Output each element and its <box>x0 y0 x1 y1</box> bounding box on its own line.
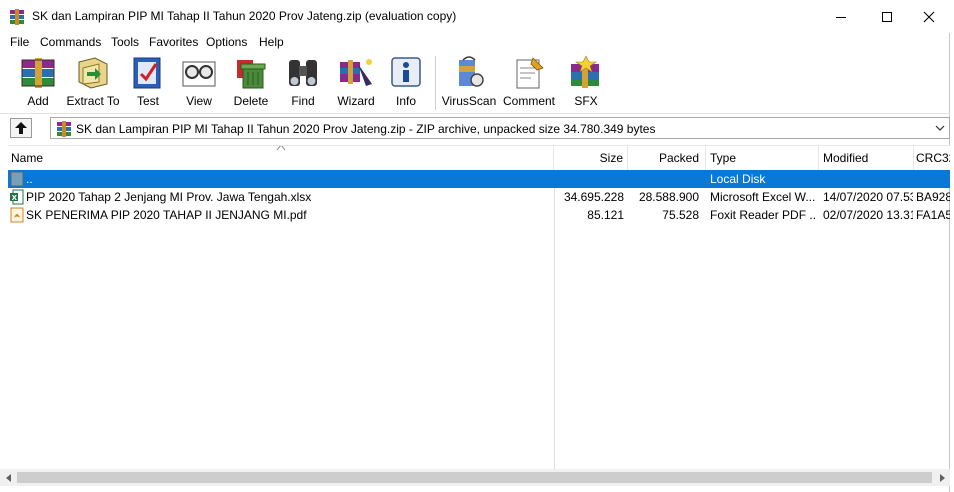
wizard-icon <box>340 59 372 86</box>
archive-path-dropdown[interactable]: SK dan Lampiran PIP MI Tahap II Tahun 20… <box>50 117 950 139</box>
row-packed: 28.588.900 <box>638 190 699 204</box>
view-icon <box>182 61 216 87</box>
scroll-right-button[interactable] <box>933 469 950 486</box>
menu-bar: File Commands Tools Favorites Options He… <box>0 33 950 52</box>
wizard-label: Wizard <box>337 94 375 108</box>
virus-scan-icon <box>459 56 484 87</box>
column-header-size[interactable]: Size <box>554 146 628 170</box>
delete-label: Delete <box>233 94 269 108</box>
scrollbar-thumb[interactable] <box>17 472 932 483</box>
comment-icon <box>516 57 544 89</box>
list-row-pdf[interactable]: SK PENERIMA PIP 2020 TAHAP II JENJANG MI… <box>8 206 950 224</box>
row-crc32: BA928- <box>916 190 950 204</box>
close-icon <box>923 11 935 22</box>
delete-button[interactable]: Delete <box>231 54 271 112</box>
svg-text:X: X <box>12 194 18 202</box>
menu-commands[interactable]: Commands <box>40 35 101 49</box>
find-label: Find <box>291 94 315 108</box>
minimize-icon <box>836 16 846 18</box>
chevron-left-icon <box>5 473 11 482</box>
view-button[interactable]: View <box>179 54 219 112</box>
address-bar: SK dan Lampiran PIP MI Tahap II Tahun 20… <box>0 116 950 142</box>
info-icon <box>391 57 421 87</box>
list-row-xlsx[interactable]: X PIP 2020 Tahap 2 Jenjang MI Prov. Jawa… <box>8 188 950 206</box>
sfx-label: SFX <box>574 94 598 108</box>
menu-favorites[interactable]: Favorites <box>149 35 198 49</box>
comment-label: Comment <box>503 94 556 108</box>
row-name: SK PENERIMA PIP 2020 TAHAP II JENJANG MI… <box>26 208 307 222</box>
menu-file[interactable]: File <box>10 35 29 49</box>
column-name-label: Name <box>11 151 44 165</box>
info-button[interactable]: Info <box>386 54 426 112</box>
menu-tools[interactable]: Tools <box>111 35 139 49</box>
close-button[interactable] <box>906 0 952 33</box>
window-title: SK dan Lampiran PIP MI Tahap II Tahun 20… <box>32 9 457 23</box>
info-label: Info <box>395 94 416 108</box>
winrar-window: SK dan Lampiran PIP MI Tahap II Tahun 20… <box>0 0 950 492</box>
list-header: Name Size Packed Type Modified CRC32 <box>8 146 950 170</box>
row-modified: 02/07/2020 13.31 <box>823 208 913 222</box>
row-name: .. <box>26 172 33 186</box>
row-packed: 75.528 <box>662 208 699 222</box>
chevron-right-icon <box>939 473 945 482</box>
list-row-parent[interactable]: .. Local Disk <box>8 170 950 188</box>
row-type: Microsoft Excel W... <box>710 190 815 204</box>
archive-path-text: SK dan Lampiran PIP MI Tahap II Tahun 20… <box>76 122 656 136</box>
extract-to-icon <box>78 57 108 89</box>
sfx-icon <box>571 55 599 88</box>
row-size: 85.121 <box>587 208 624 222</box>
menu-help[interactable]: Help <box>259 35 284 49</box>
test-button[interactable]: Test <box>128 54 168 112</box>
find-button[interactable]: Find <box>283 54 323 112</box>
up-arrow-icon <box>15 122 27 134</box>
extract-to-label: Extract To <box>66 94 120 108</box>
add-archive-icon <box>21 58 55 88</box>
scroll-left-button[interactable] <box>0 469 17 486</box>
archive-icon <box>57 121 71 137</box>
find-binoculars-icon <box>289 60 317 86</box>
row-name: PIP 2020 Tahap 2 Jenjang MI Prov. Jawa T… <box>26 190 312 204</box>
row-type: Foxit Reader PDF ... <box>710 208 815 222</box>
column-header-crc32[interactable]: CRC32 <box>914 146 950 170</box>
test-icon <box>133 57 161 89</box>
column-header-type[interactable]: Type <box>706 146 819 170</box>
column-header-name[interactable]: Name <box>8 146 554 170</box>
maximize-icon <box>882 11 892 22</box>
test-label: Test <box>136 94 159 108</box>
row-type: Local Disk <box>710 172 766 186</box>
virusscan-label: VirusScan <box>441 94 497 108</box>
view-label: View <box>186 94 212 108</box>
virusscan-button[interactable]: VirusScan <box>441 54 497 112</box>
comment-button[interactable]: Comment <box>503 54 555 112</box>
column-header-modified[interactable]: Modified <box>819 146 914 170</box>
title-bar[interactable]: SK dan Lampiran PIP MI Tahap II Tahun 20… <box>0 0 950 33</box>
minimize-button[interactable] <box>818 0 864 33</box>
chevron-down-icon <box>935 125 945 131</box>
add-button[interactable]: Add <box>14 54 62 112</box>
menu-options[interactable]: Options <box>206 35 247 49</box>
up-one-level-button[interactable] <box>10 118 32 138</box>
wizard-button[interactable]: Wizard <box>334 54 378 112</box>
row-size: 34.695.228 <box>563 190 624 204</box>
excel-file-icon: X <box>10 189 24 205</box>
parent-folder-icon <box>10 171 24 187</box>
sort-ascending-icon <box>276 146 286 151</box>
file-list[interactable]: Name Size Packed Type Modified CRC32 .. … <box>8 145 950 469</box>
row-modified: 14/07/2020 07.53 <box>823 190 913 204</box>
toolbar: Add Extract To Test View Delete Find Wiz… <box>0 52 950 114</box>
pdf-file-icon <box>10 207 24 223</box>
winrar-app-icon <box>10 9 24 25</box>
toolbar-separator <box>435 56 436 110</box>
column-header-packed[interactable]: Packed <box>628 146 706 170</box>
add-label: Add <box>27 94 49 108</box>
maximize-button[interactable] <box>864 0 910 33</box>
horizontal-scrollbar[interactable] <box>0 469 950 486</box>
row-crc32: FA1A5 <box>916 208 950 222</box>
delete-icon <box>237 60 266 89</box>
sfx-button[interactable]: SFX <box>566 54 606 112</box>
extract-to-button[interactable]: Extract To <box>66 54 120 112</box>
